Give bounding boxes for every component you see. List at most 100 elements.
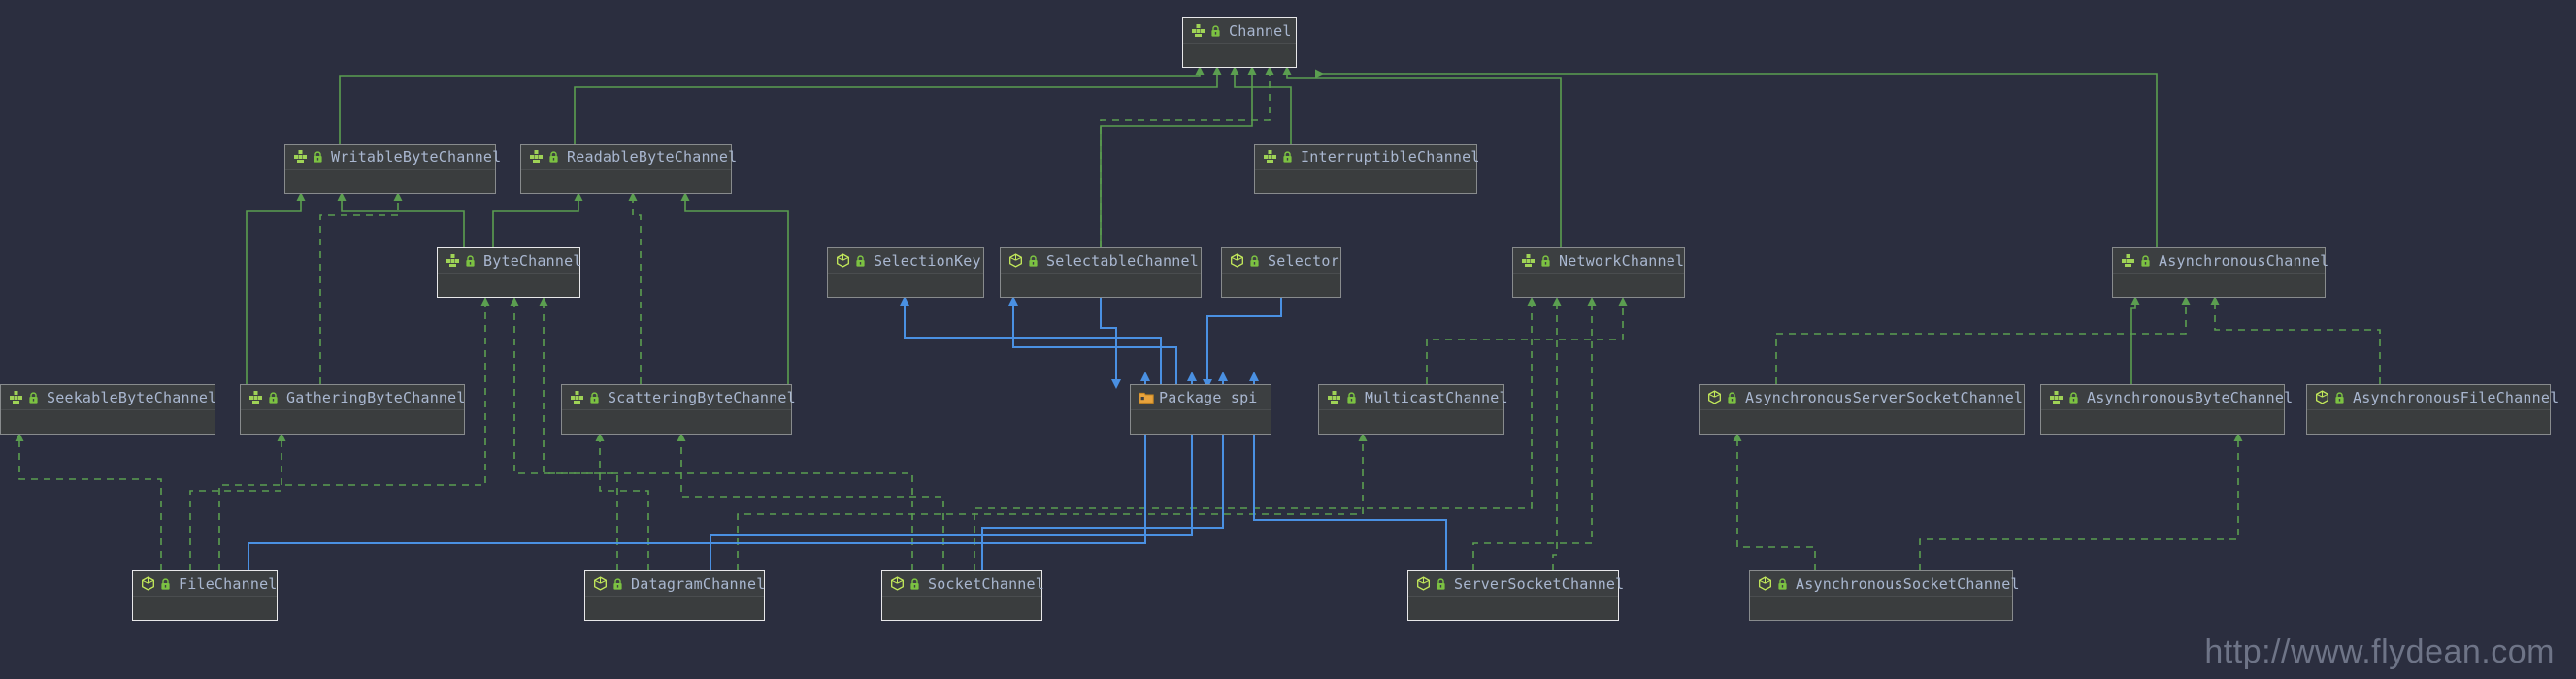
class-node-selector[interactable]: Selector	[1221, 247, 1341, 298]
lock-icon	[1210, 24, 1221, 38]
lock-icon	[268, 391, 279, 404]
abstract-class-icon	[141, 576, 155, 591]
class-node-seekableByteChannel[interactable]: SeekableByteChannel	[0, 384, 216, 435]
class-node-header: AsynchronousSocketChannel	[1750, 571, 2020, 597]
class-node-header: AsynchronousFileChannel	[2307, 385, 2559, 410]
class-node-serverSocketChannel[interactable]: ServerSocketChannel	[1407, 570, 1624, 621]
abstract-class-icon	[593, 576, 608, 591]
class-node-header: Channel	[1183, 18, 1296, 44]
class-node-scatteringByteChannel[interactable]: ScatteringByteChannel	[561, 384, 796, 435]
class-node-label: SelectableChannel	[1046, 251, 1199, 270]
lock-icon	[612, 577, 623, 591]
abstract-class-icon	[1008, 253, 1023, 268]
class-node-header: AsynchronousServerSocketChannel	[1700, 385, 2024, 410]
class-node-label: DatagramChannel	[631, 574, 766, 593]
lock-icon	[1282, 150, 1293, 164]
class-node-multicastChannel[interactable]: MulticastChannel	[1318, 384, 1508, 435]
lock-icon	[2140, 254, 2151, 268]
lock-icon	[28, 391, 39, 404]
interface-icon	[9, 390, 23, 404]
class-node-channel[interactable]: Channel	[1182, 17, 1297, 68]
class-node-members	[1131, 410, 1271, 434]
abstract-class-icon	[1416, 576, 1431, 591]
class-node-readableByteChannel[interactable]: ReadableByteChannel	[520, 144, 737, 194]
class-node-members	[521, 170, 731, 193]
class-node-writableByteChannel[interactable]: WritableByteChannel	[284, 144, 501, 194]
class-node-networkChannel[interactable]: NetworkChannel	[1512, 247, 1685, 298]
class-node-label: FileChannel	[179, 574, 278, 593]
class-node-members	[1183, 44, 1296, 67]
class-node-members	[1222, 274, 1340, 297]
abstract-class-icon	[1758, 576, 1772, 591]
class-node-members	[1408, 597, 1618, 620]
lock-icon	[1777, 577, 1788, 591]
abstract-class-icon	[836, 253, 850, 268]
class-node-members	[1750, 597, 2012, 620]
class-node-header: WritableByteChannel	[285, 145, 501, 170]
interface-icon	[293, 149, 308, 164]
class-node-byteChannel[interactable]: ByteChannel	[437, 247, 582, 298]
lock-icon	[1249, 254, 1260, 268]
class-node-socketChannel[interactable]: SocketChannel	[881, 570, 1044, 621]
lock-icon	[548, 150, 559, 164]
class-node-label: AsynchronousSocketChannel	[1796, 574, 2020, 593]
class-node-header: MulticastChannel	[1319, 385, 1508, 410]
class-node-asynchronousServerSocketChannel[interactable]: AsynchronousServerSocketChannel	[1699, 384, 2025, 435]
class-node-label: Channel	[1229, 21, 1292, 40]
class-node-fileChannel[interactable]: FileChannel	[132, 570, 278, 621]
class-node-asynchronousSocketChannel[interactable]: AsynchronousSocketChannel	[1749, 570, 2020, 621]
class-node-header: ByteChannel	[438, 248, 582, 274]
class-node-label: ScatteringByteChannel	[608, 388, 796, 406]
class-node-selectionKey[interactable]: SelectionKey	[827, 247, 984, 298]
class-node-header: ServerSocketChannel	[1408, 571, 1624, 597]
lock-icon	[1346, 391, 1357, 404]
interface-icon	[1191, 23, 1205, 38]
lock-icon	[313, 150, 323, 164]
class-node-label: NetworkChannel	[1559, 251, 1685, 270]
package-folder-icon	[1139, 391, 1154, 404]
class-node-header: SocketChannel	[882, 571, 1044, 597]
class-node-packageSpi[interactable]: Package spi	[1130, 384, 1271, 435]
class-node-members	[1513, 274, 1684, 297]
class-node-interruptibleChannel[interactable]: InterruptibleChannel	[1254, 144, 1479, 194]
class-diagram-canvas[interactable]: Channel WritableByteChannel ReadableByteCh…	[0, 0, 2576, 679]
lock-icon	[909, 577, 920, 591]
class-node-header: SelectionKey	[828, 248, 983, 274]
abstract-class-icon	[1230, 253, 1244, 268]
class-node-label: Selector	[1268, 251, 1339, 270]
class-node-header: Selector	[1222, 248, 1340, 274]
class-node-header: Package spi	[1131, 385, 1271, 410]
class-node-selectableChannel[interactable]: SelectableChannel	[1000, 247, 1202, 298]
class-node-label: WritableByteChannel	[331, 147, 502, 166]
class-node-label: SocketChannel	[928, 574, 1044, 593]
edge-layer	[15, 66, 2381, 570]
lock-icon	[1540, 254, 1551, 268]
class-node-label: MulticastChannel	[1365, 388, 1508, 406]
class-node-asynchronousChannel[interactable]: AsynchronousChannel	[2112, 247, 2328, 298]
class-node-asynchronousFileChannel[interactable]: AsynchronousFileChannel	[2306, 384, 2559, 435]
interface-icon	[1263, 149, 1277, 164]
lock-icon	[160, 577, 171, 591]
class-node-members	[828, 274, 983, 297]
class-node-label: SelectionKey	[874, 251, 981, 270]
class-node-label: AsynchronousServerSocketChannel	[1745, 388, 2024, 406]
interface-icon	[1327, 390, 1341, 404]
class-node-label: AsynchronousFileChannel	[2353, 388, 2559, 406]
class-node-asynchronousByteChannel[interactable]: AsynchronousByteChannel	[2040, 384, 2293, 435]
class-node-datagramChannel[interactable]: DatagramChannel	[584, 570, 765, 621]
class-node-gatheringByteChannel[interactable]: GatheringByteChannel	[240, 384, 465, 435]
class-node-members	[882, 597, 1041, 620]
class-node-members	[1319, 410, 1503, 434]
class-node-members	[285, 170, 495, 193]
lock-icon	[2068, 391, 2079, 404]
class-node-members	[438, 274, 579, 297]
class-node-members	[1700, 410, 2024, 434]
class-node-members	[585, 597, 764, 620]
class-node-header: ScatteringByteChannel	[562, 385, 796, 410]
abstract-class-icon	[2315, 390, 2329, 404]
lock-icon	[1028, 254, 1039, 268]
class-node-members	[562, 410, 791, 434]
class-node-label: Package spi	[1159, 388, 1258, 406]
interface-icon	[2049, 390, 2064, 404]
class-node-label: ByteChannel	[483, 251, 582, 270]
